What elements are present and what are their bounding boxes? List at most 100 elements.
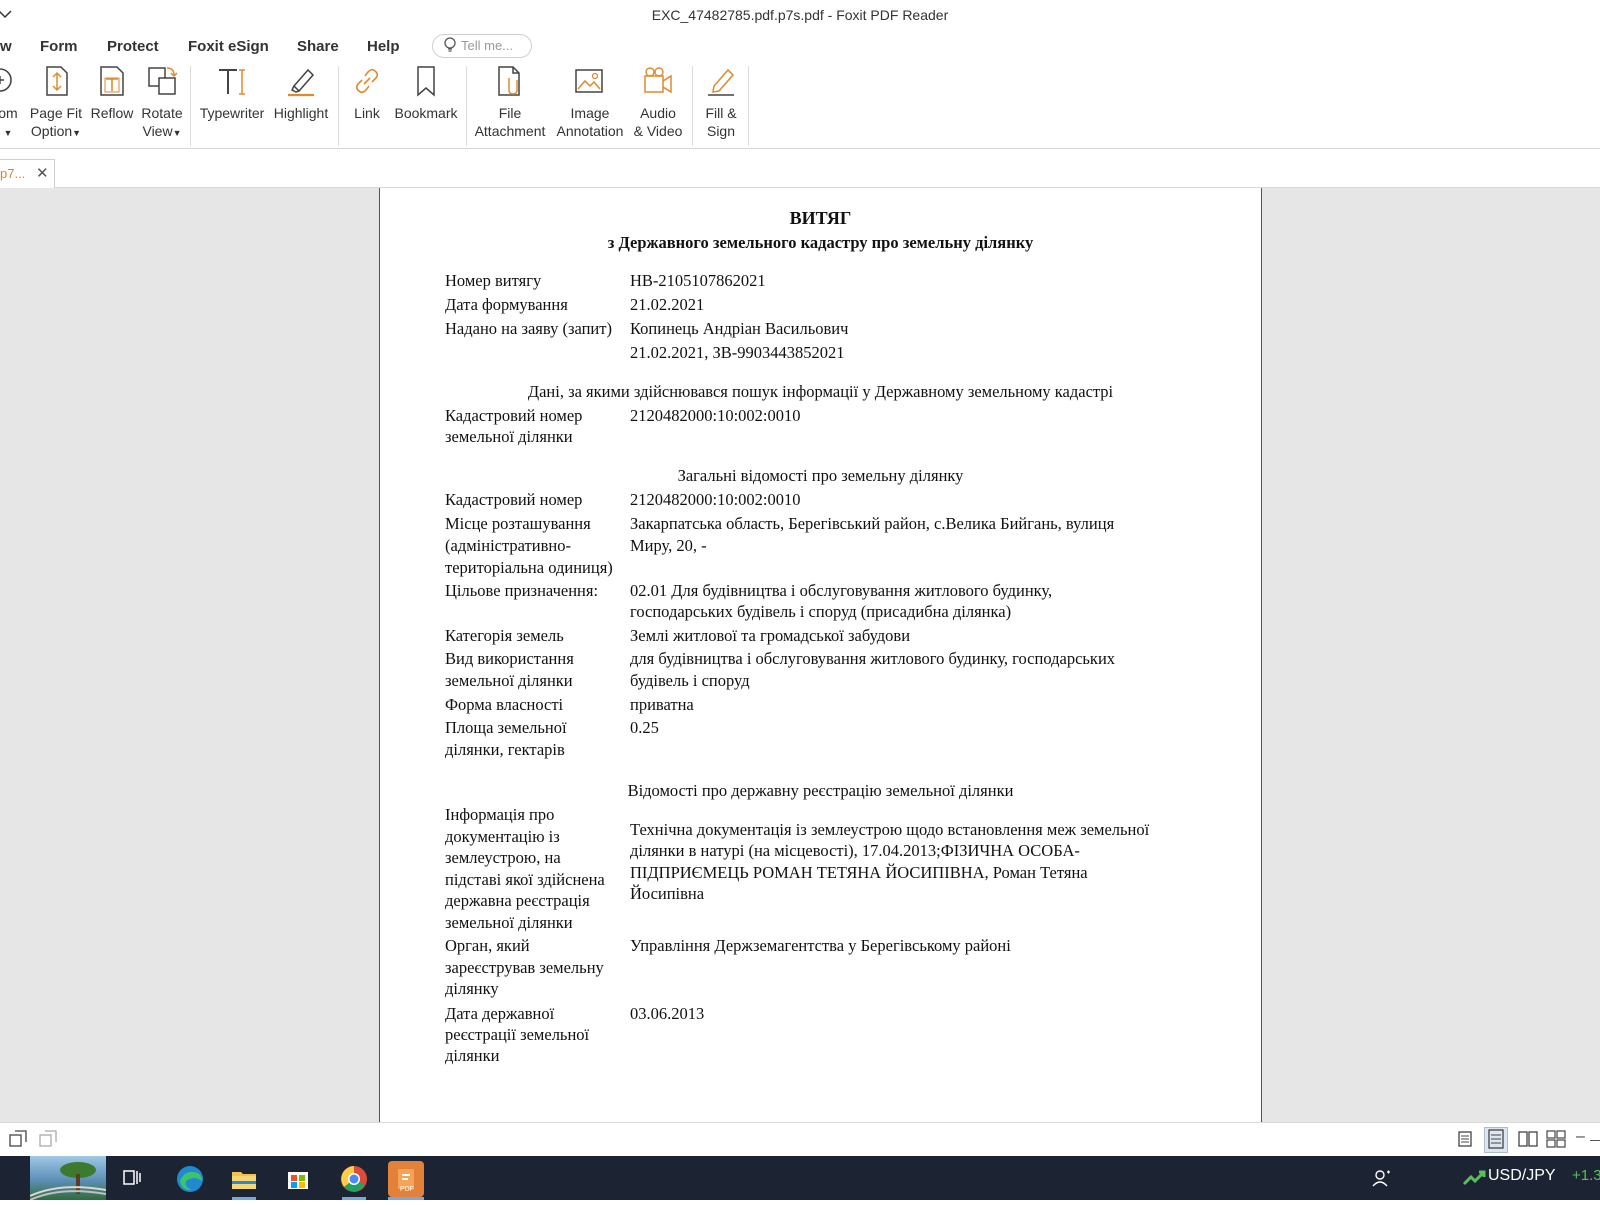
currency-change-label: +1.3 <box>1572 1167 1600 1184</box>
audio-label-1: Audio <box>640 105 676 121</box>
audio-label-2: & Video <box>633 123 683 139</box>
field-label: територіальна одиниця) <box>445 558 613 577</box>
link-button[interactable]: Link <box>348 64 386 122</box>
microsoft-store-icon[interactable] <box>280 1161 316 1197</box>
page-fit-icon <box>46 66 68 96</box>
window-title: EXC_47482785.pdf.p7s.pdf - Foxit PDF Rea… <box>651 7 949 23</box>
ribbon-divider <box>190 66 191 146</box>
tell-me-input[interactable] <box>461 38 527 53</box>
ribbon-divider <box>466 66 467 146</box>
continuous-view-icon[interactable] <box>1484 1127 1508 1153</box>
menu-bar: w Form Protect Foxit eSign Share Help <box>0 32 1600 62</box>
field-label: Категорія земель <box>445 626 564 645</box>
field-value: 21.02.2021, ЗВ-9903443852021 <box>630 343 845 362</box>
page-copy-icon[interactable] <box>38 1129 58 1154</box>
single-page-view-icon[interactable] <box>1456 1130 1474 1153</box>
people-icon[interactable] <box>1372 1168 1392 1193</box>
page-fit-option-button[interactable]: Page Fit Option▼ <box>28 64 84 142</box>
edge-browser-icon[interactable] <box>172 1161 208 1197</box>
field-label: Форма власності <box>445 695 564 714</box>
document-viewport[interactable]: ВИТЯГ з Державного земельного кадастру п… <box>0 188 1600 1122</box>
field-value: Управління Держземагентства у Берегівськ… <box>630 936 1011 955</box>
field-label: Дата формування <box>445 295 568 314</box>
bookmark-button[interactable]: Bookmark <box>394 64 458 122</box>
field-value: 21.02.2021 <box>630 295 705 314</box>
file-explorer-icon[interactable] <box>226 1161 262 1197</box>
field-value: будівель і споруд <box>630 671 750 690</box>
field-value: приватна <box>630 695 694 714</box>
field-value: ПІДПРИЄМЕЦЬ РОМАН ТЕТЯНА ЙОСИПІВНА, Рома… <box>630 863 1088 882</box>
document-tab[interactable]: p7... ✕ <box>0 159 55 188</box>
field-value: Копинець Андріан Васильович <box>630 319 849 338</box>
image-annotation-button[interactable]: Image Annotation <box>554 64 626 140</box>
zoom-label: om <box>0 105 18 121</box>
highlighter-icon <box>288 68 315 97</box>
typewriter-button[interactable]: Typewriter <box>198 64 266 122</box>
rotate-label-1: Rotate <box>141 105 183 121</box>
section-heading: Дані, за якими здійснювався пошук інформ… <box>527 382 1114 401</box>
field-label: державна реєстрація <box>445 891 590 910</box>
video-camera-icon <box>644 67 672 94</box>
tell-me-box[interactable] <box>432 34 532 58</box>
field-label: Номер витягу <box>445 271 542 290</box>
menu-item-share[interactable]: Share <box>297 38 339 55</box>
field-value: 03.06.2013 <box>630 1004 705 1023</box>
field-value: 02.01 Для будівництва і обслуговування ж… <box>630 581 1053 600</box>
close-icon[interactable]: ✕ <box>36 164 49 182</box>
document-tab-strip: p7... ✕ <box>0 149 1600 188</box>
field-value: 2120482000:10:002:0010 <box>630 406 801 425</box>
menu-item-protect[interactable]: Protect <box>107 38 159 55</box>
section-heading: Відомості про державну реєстрацію земель… <box>627 781 1014 800</box>
image-icon <box>575 69 603 93</box>
typewriter-icon <box>219 69 245 95</box>
page-nav-icon[interactable] <box>8 1129 28 1154</box>
continuous-facing-view-icon[interactable] <box>1546 1130 1566 1153</box>
paperclip-file-icon <box>498 66 520 96</box>
chrome-browser-icon[interactable] <box>336 1161 372 1197</box>
desktop-thumbnail[interactable] <box>29 1156 107 1201</box>
menu-item-view-partial[interactable]: w <box>0 38 12 55</box>
svg-text:PDF: PDF <box>400 1186 414 1193</box>
zoom-out-icon[interactable]: – <box>1576 1128 1585 1146</box>
field-value: ділянки в натурі (на місцевості), 17.04.… <box>630 841 1080 860</box>
menu-item-help[interactable]: Help <box>367 38 400 55</box>
field-label: (адміністративно- <box>445 536 571 555</box>
field-label: Площа земельної <box>445 718 567 737</box>
field-label: землеустрою, на <box>445 848 561 867</box>
menu-item-foxit-esign[interactable]: Foxit eSign <box>188 38 269 55</box>
field-value: для будівництва і обслуговування житлово… <box>630 649 1116 668</box>
menu-item-form[interactable]: Form <box>40 38 78 55</box>
ribbon-divider <box>338 66 339 146</box>
fill-sign-button[interactable]: Fill & Sign <box>700 64 742 140</box>
stock-chart-icon <box>1462 1168 1486 1193</box>
field-value: Миру, 20, - <box>630 536 707 555</box>
field-label: Дата державної <box>445 1004 555 1023</box>
zoom-button[interactable]: om ▼ <box>0 64 20 142</box>
highlight-button[interactable]: Highlight <box>270 64 332 122</box>
reflow-button[interactable]: Reflow <box>90 64 134 122</box>
field-value: 2120482000:10:002:0010 <box>630 490 801 509</box>
field-label: Цільове призначення: <box>445 581 599 600</box>
document-subtitle: з Державного земельного кадастру про зем… <box>607 233 1034 252</box>
audio-video-button[interactable]: Audio & Video <box>632 64 684 140</box>
rotate-icon <box>148 67 178 95</box>
bookmark-icon <box>417 66 435 97</box>
file-label-2: Attachment <box>474 123 546 139</box>
field-value: Йосипівна <box>630 884 705 903</box>
field-value: Закарпатська область, Берегівський район… <box>630 514 1115 533</box>
zoom-icon <box>0 68 12 92</box>
rotate-view-button[interactable]: Rotate View▼ <box>140 64 184 142</box>
link-icon <box>355 68 379 94</box>
zoom-slider[interactable] <box>1590 1140 1600 1141</box>
lightbulb-icon <box>443 37 457 56</box>
file-attachment-button[interactable]: File Attachment <box>474 64 546 140</box>
facing-view-icon[interactable] <box>1518 1130 1538 1153</box>
field-value: господарських будівель і споруд (присади… <box>630 602 1012 621</box>
highlight-label: Highlight <box>273 105 329 121</box>
section-heading: Загальні відомості про земельну ділянку <box>677 466 964 485</box>
field-label: Надано на заяву (запит) <box>445 319 612 338</box>
task-view-icon[interactable] <box>122 1167 144 1194</box>
foxit-reader-icon[interactable]: PDF <box>388 1161 424 1197</box>
document-tab-label: p7... <box>0 166 26 181</box>
currency-pair-label[interactable]: USD/JPY <box>1488 1167 1556 1185</box>
